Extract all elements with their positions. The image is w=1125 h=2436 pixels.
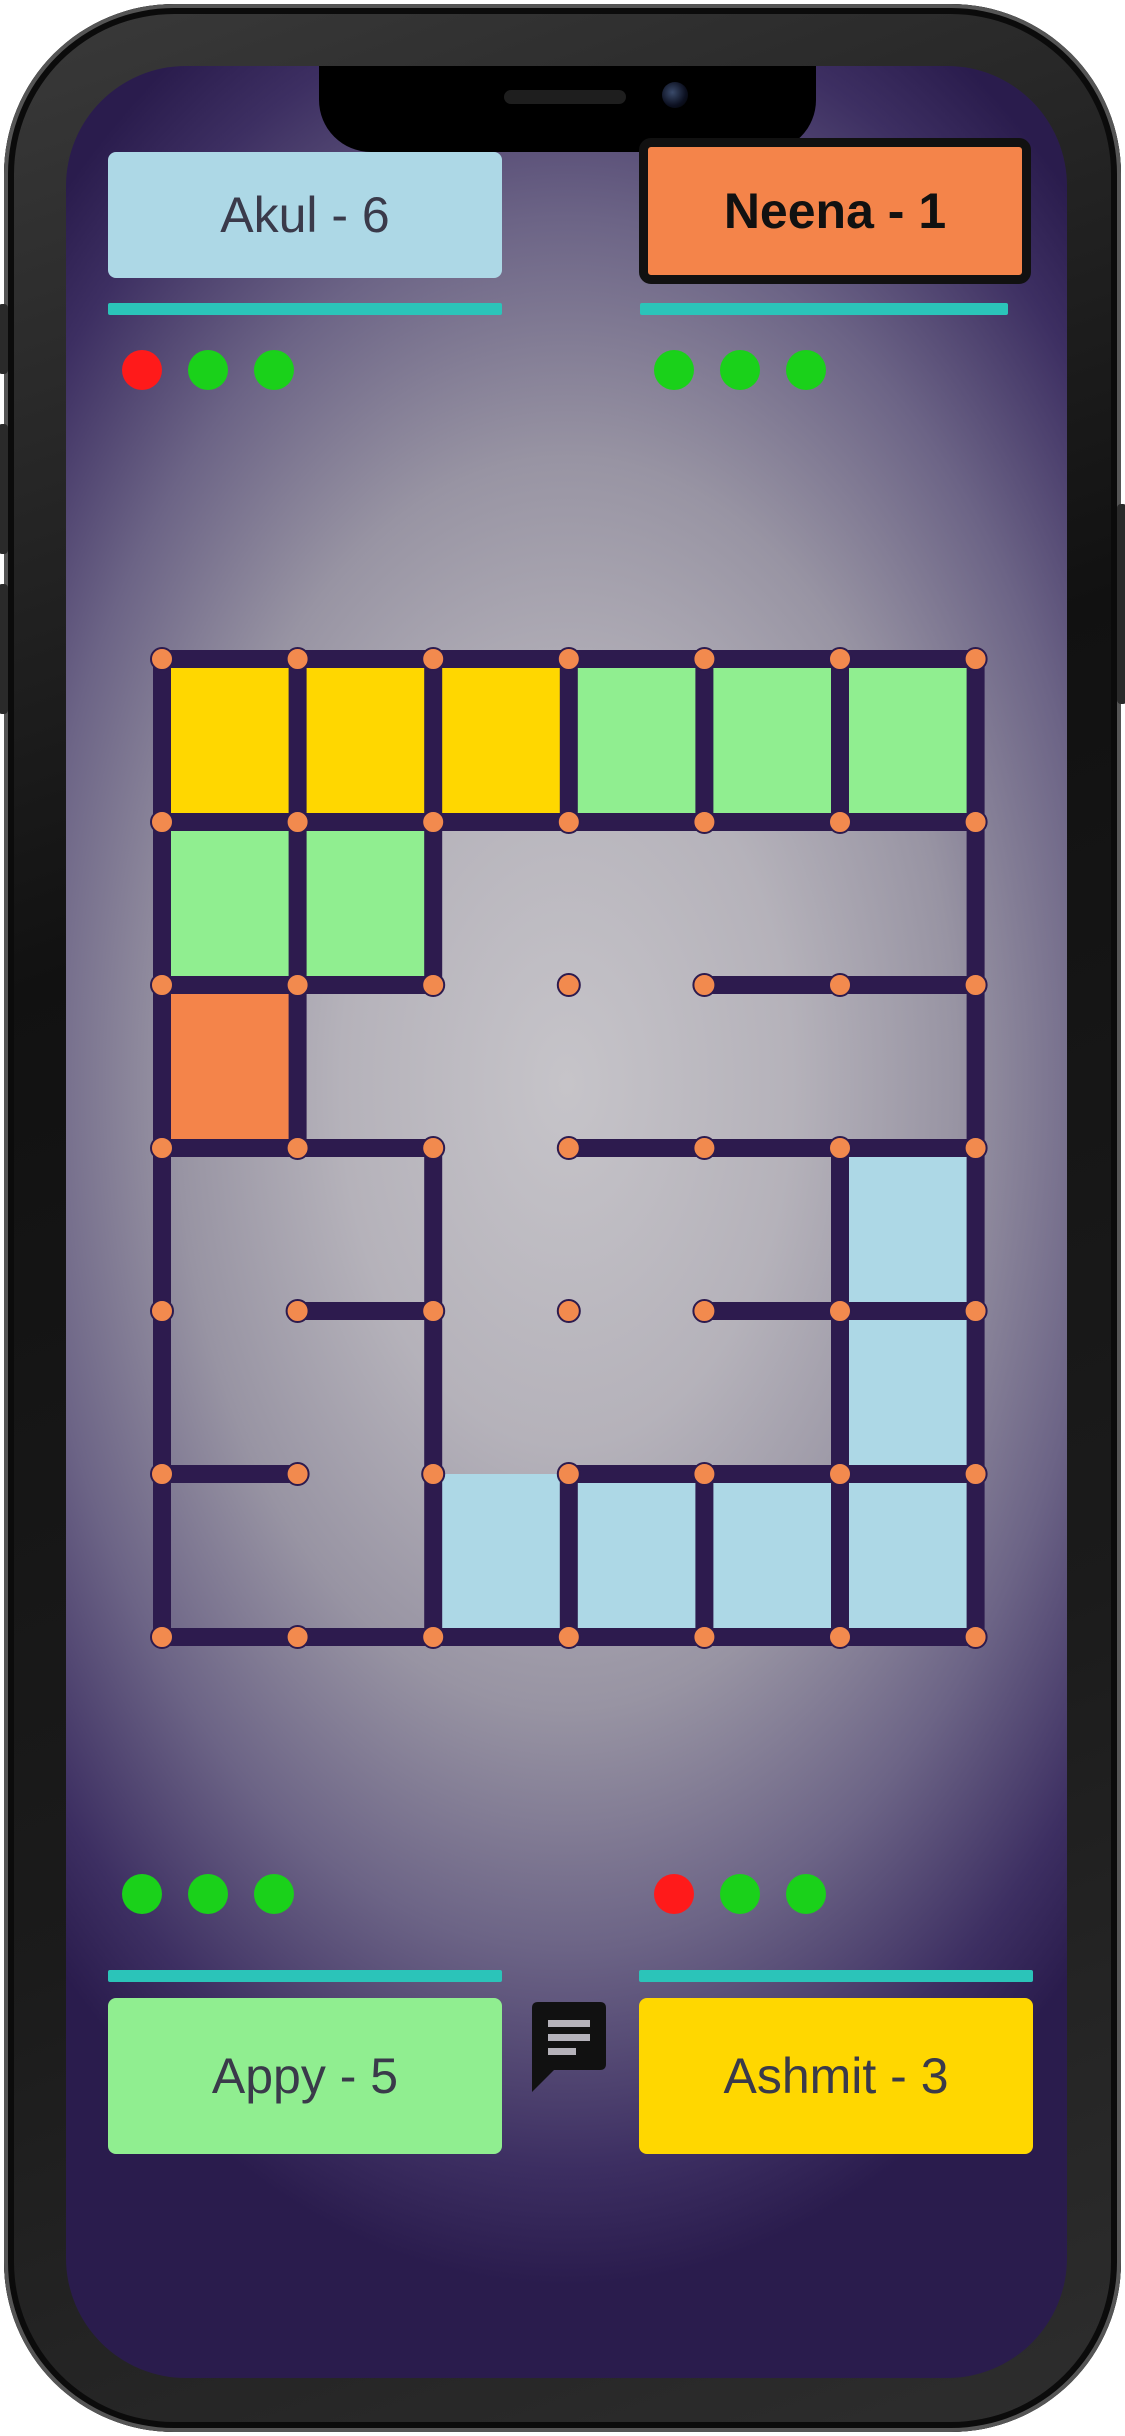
grid-dot[interactable] bbox=[150, 1299, 174, 1323]
claimed-box bbox=[840, 1311, 976, 1474]
life-lost-dot bbox=[654, 1874, 694, 1914]
player-bar-ashmit bbox=[639, 1970, 1033, 1982]
grid-dot[interactable] bbox=[963, 973, 988, 997]
claimed-box bbox=[568, 659, 705, 822]
silent-switch bbox=[0, 304, 8, 374]
claimed-box bbox=[297, 822, 434, 985]
grid-dot[interactable] bbox=[963, 1299, 988, 1323]
grid-dot[interactable] bbox=[556, 1462, 581, 1486]
chat-button[interactable] bbox=[528, 1998, 610, 2098]
player-card-appy: Appy - 5 bbox=[108, 1998, 502, 2154]
grid-dot[interactable] bbox=[285, 810, 310, 834]
grid-dot[interactable] bbox=[963, 810, 988, 834]
claimed-box bbox=[568, 1474, 705, 1637]
grid-dot[interactable] bbox=[692, 647, 717, 671]
grid-dot[interactable] bbox=[150, 810, 174, 834]
grid-dot[interactable] bbox=[828, 1299, 852, 1323]
grid-dot[interactable] bbox=[556, 1299, 581, 1323]
life-left-dot bbox=[720, 1874, 760, 1914]
claimed-box bbox=[162, 985, 298, 1148]
volume-down-button bbox=[0, 584, 8, 714]
grid-dot[interactable] bbox=[421, 1299, 446, 1323]
grid-dot[interactable] bbox=[150, 973, 174, 997]
grid-dot[interactable] bbox=[692, 973, 717, 997]
claimed-box bbox=[162, 659, 298, 822]
grid-dot[interactable] bbox=[556, 810, 581, 834]
grid-dot[interactable] bbox=[421, 810, 446, 834]
life-left-dot bbox=[786, 1874, 826, 1914]
player-bar-appy bbox=[108, 1970, 502, 1982]
grid-dot[interactable] bbox=[285, 973, 310, 997]
claimed-box bbox=[704, 1474, 840, 1637]
grid-dot[interactable] bbox=[150, 1136, 174, 1160]
grid-dot[interactable] bbox=[692, 1462, 717, 1486]
grid-dot[interactable] bbox=[150, 1625, 174, 1649]
claimed-box bbox=[840, 1148, 976, 1311]
grid-dot[interactable] bbox=[963, 1625, 988, 1649]
message-icon bbox=[532, 2002, 606, 2092]
grid-dot[interactable] bbox=[421, 1136, 446, 1160]
grid-dot[interactable] bbox=[285, 647, 310, 671]
claimed-box bbox=[840, 659, 976, 822]
player-card-ashmit: Ashmit - 3 bbox=[639, 1998, 1033, 2154]
grid-dot[interactable] bbox=[828, 1136, 852, 1160]
phone-frame: Akul - 6 Neena - 1 Appy - 5 Ashmit - 3 bbox=[0, 4, 1125, 2432]
grid-dot[interactable] bbox=[421, 973, 446, 997]
grid-dot[interactable] bbox=[556, 1625, 581, 1649]
grid-dot[interactable] bbox=[556, 973, 581, 997]
grid-dot[interactable] bbox=[556, 647, 581, 671]
grid-dot[interactable] bbox=[828, 973, 852, 997]
grid-dot[interactable] bbox=[556, 1136, 581, 1160]
grid-dot[interactable] bbox=[963, 1136, 988, 1160]
claimed-box bbox=[297, 659, 434, 822]
grid-dot[interactable] bbox=[692, 1136, 717, 1160]
grid-dot[interactable] bbox=[828, 810, 852, 834]
grid-dot[interactable] bbox=[285, 1462, 310, 1486]
player-name-score: Ashmit - 3 bbox=[723, 2048, 949, 2104]
claimed-box bbox=[162, 822, 298, 985]
grid-dot[interactable] bbox=[692, 810, 717, 834]
grid-dot[interactable] bbox=[150, 1462, 174, 1486]
claimed-box bbox=[433, 659, 569, 822]
life-left-dot bbox=[254, 1874, 294, 1914]
claimed-box bbox=[840, 1474, 976, 1637]
claimed-box bbox=[433, 1474, 569, 1637]
power-button bbox=[1117, 504, 1125, 704]
grid-dot[interactable] bbox=[421, 647, 446, 671]
grid-dot[interactable] bbox=[285, 1136, 310, 1160]
volume-up-button bbox=[0, 424, 8, 554]
game-screen: Akul - 6 Neena - 1 Appy - 5 Ashmit - 3 bbox=[66, 66, 1067, 2378]
grid-dot[interactable] bbox=[963, 1462, 988, 1486]
grid-dot[interactable] bbox=[692, 1625, 717, 1649]
grid-dot[interactable] bbox=[828, 647, 852, 671]
grid-dot[interactable] bbox=[421, 1625, 446, 1649]
life-left-dot bbox=[122, 1874, 162, 1914]
player-name-score: Appy - 5 bbox=[211, 2048, 399, 2104]
grid-dot[interactable] bbox=[285, 1625, 310, 1649]
grid-dot[interactable] bbox=[963, 647, 988, 671]
life-left-dot bbox=[188, 1874, 228, 1914]
grid-dot[interactable] bbox=[421, 1462, 446, 1486]
claimed-box bbox=[704, 659, 840, 822]
grid-dot[interactable] bbox=[285, 1299, 310, 1323]
grid-dot[interactable] bbox=[828, 1625, 852, 1649]
grid-dot[interactable] bbox=[150, 647, 174, 671]
grid-dot[interactable] bbox=[692, 1299, 717, 1323]
grid-dot[interactable] bbox=[828, 1462, 852, 1486]
